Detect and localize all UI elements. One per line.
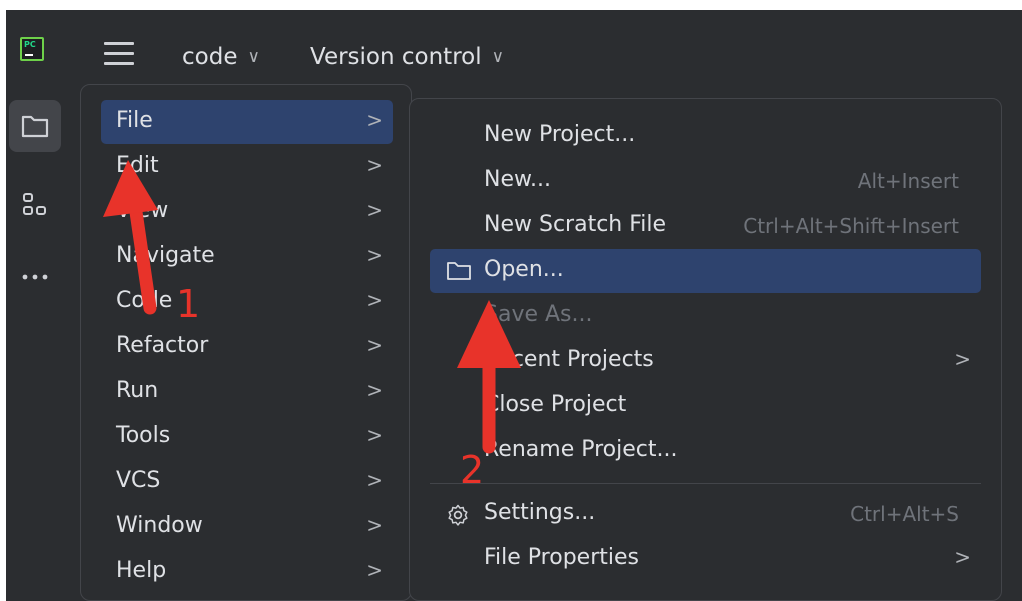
menu-item-navigate[interactable]: Navigate >: [101, 235, 393, 279]
chevron-right-icon: >: [366, 423, 383, 447]
vcs-label: Version control: [310, 44, 482, 70]
submenu-item-save-as[interactable]: Save As...: [430, 294, 981, 338]
submenu-item-label: Settings...: [484, 500, 596, 525]
screenshot-border-top: [0, 0, 1022, 10]
menu-item-label: Run: [116, 378, 159, 403]
more-icon: [22, 274, 48, 280]
menu-item-label: VCS: [116, 468, 161, 493]
chevron-down-icon: ∨: [491, 47, 505, 67]
submenu-item-rename-project[interactable]: Rename Project...: [430, 429, 981, 473]
menu-item-run[interactable]: Run >: [101, 370, 393, 414]
menu-item-vcs[interactable]: VCS >: [101, 460, 393, 504]
submenu-item-new-project[interactable]: New Project...: [430, 114, 981, 158]
menu-separator: [430, 483, 981, 484]
folder-icon: [447, 262, 471, 280]
title-bar: PC code ∨ Version control ∨: [6, 10, 1022, 86]
submenu-item-new[interactable]: New... Alt+Insert: [430, 159, 981, 203]
submenu-item-label: Close Project: [484, 392, 627, 417]
submenu-item-new-scratch-file[interactable]: New Scratch File Ctrl+Alt+Shift+Insert: [430, 204, 981, 248]
menu-item-label: Edit: [116, 153, 159, 178]
pycharm-logo-icon: PC: [20, 37, 44, 61]
chevron-right-icon: >: [954, 347, 971, 371]
version-control-widget[interactable]: Version control ∨: [310, 44, 504, 70]
annotation-step-2: 2: [460, 448, 485, 492]
shortcut-label: Ctrl+Alt+S: [850, 502, 959, 526]
annotation-step-1: 1: [176, 282, 201, 326]
more-tools-button[interactable]: [9, 248, 61, 300]
submenu-item-label: Open...: [484, 257, 564, 282]
gear-icon: [448, 504, 468, 526]
chevron-right-icon: >: [366, 288, 383, 312]
menu-item-file[interactable]: File >: [101, 100, 393, 144]
chevron-right-icon: >: [954, 545, 971, 569]
chevron-right-icon: >: [366, 243, 383, 267]
menu-item-edit[interactable]: Edit >: [101, 145, 393, 189]
menu-item-label: Help: [116, 558, 167, 583]
menu-item-label: Navigate: [116, 243, 215, 268]
menu-item-label: File: [116, 108, 153, 133]
project-name: code: [182, 44, 238, 70]
menu-item-label: Tools: [116, 423, 171, 448]
submenu-item-label: New Project...: [484, 122, 636, 147]
menu-item-label: Window: [116, 513, 203, 538]
submenu-item-label: New Scratch File: [484, 212, 667, 237]
chevron-right-icon: >: [366, 333, 383, 357]
menu-item-code[interactable]: Code >: [101, 280, 393, 324]
menu-item-help[interactable]: Help >: [101, 550, 393, 594]
shortcut-label: Alt+Insert: [857, 169, 959, 193]
logo-text: PC: [24, 40, 36, 49]
menu-item-tools[interactable]: Tools >: [101, 415, 393, 459]
menu-item-view[interactable]: View >: [101, 190, 393, 234]
menu-item-label: Refactor: [116, 333, 209, 358]
shortcut-label: Ctrl+Alt+Shift+Insert: [743, 214, 959, 238]
submenu-item-label: Rename Project...: [484, 437, 678, 462]
tool-window-strip: [6, 86, 68, 601]
submenu-item-label: Save As...: [484, 302, 593, 327]
menu-item-label: Code: [116, 288, 173, 313]
submenu-item-label: File Properties: [484, 545, 639, 570]
submenu-item-open[interactable]: Open...: [430, 249, 981, 293]
menu-item-refactor[interactable]: Refactor >: [101, 325, 393, 369]
chevron-right-icon: >: [366, 198, 383, 222]
main-menu-popup: File > Edit > View > Navigate > Code > R…: [80, 84, 412, 601]
structure-icon: [23, 193, 46, 215]
submenu-item-close-project[interactable]: Close Project: [430, 384, 981, 428]
submenu-item-file-properties[interactable]: File Properties >: [430, 537, 981, 581]
chevron-right-icon: >: [366, 513, 383, 537]
chevron-right-icon: >: [366, 558, 383, 582]
submenu-item-label: Recent Projects: [484, 347, 654, 372]
menu-item-window[interactable]: Window >: [101, 505, 393, 549]
chevron-right-icon: >: [366, 108, 383, 132]
chevron-right-icon: >: [366, 378, 383, 402]
file-submenu-popup: New Project... New... Alt+Insert New Scr…: [409, 98, 1002, 601]
chevron-down-icon: ∨: [247, 47, 260, 67]
submenu-item-settings[interactable]: Settings... Ctrl+Alt+S: [430, 492, 981, 536]
folder-icon: [21, 115, 49, 138]
project-tool-button[interactable]: [9, 100, 61, 152]
structure-tool-button[interactable]: [9, 178, 61, 230]
main-menu-button[interactable]: [102, 40, 136, 70]
submenu-item-label: New...: [484, 167, 551, 192]
project-widget[interactable]: code ∨: [182, 44, 260, 70]
chevron-right-icon: >: [366, 153, 383, 177]
menu-item-label: View: [116, 198, 169, 223]
chevron-right-icon: >: [366, 468, 383, 492]
submenu-item-recent-projects[interactable]: Recent Projects >: [430, 339, 981, 383]
